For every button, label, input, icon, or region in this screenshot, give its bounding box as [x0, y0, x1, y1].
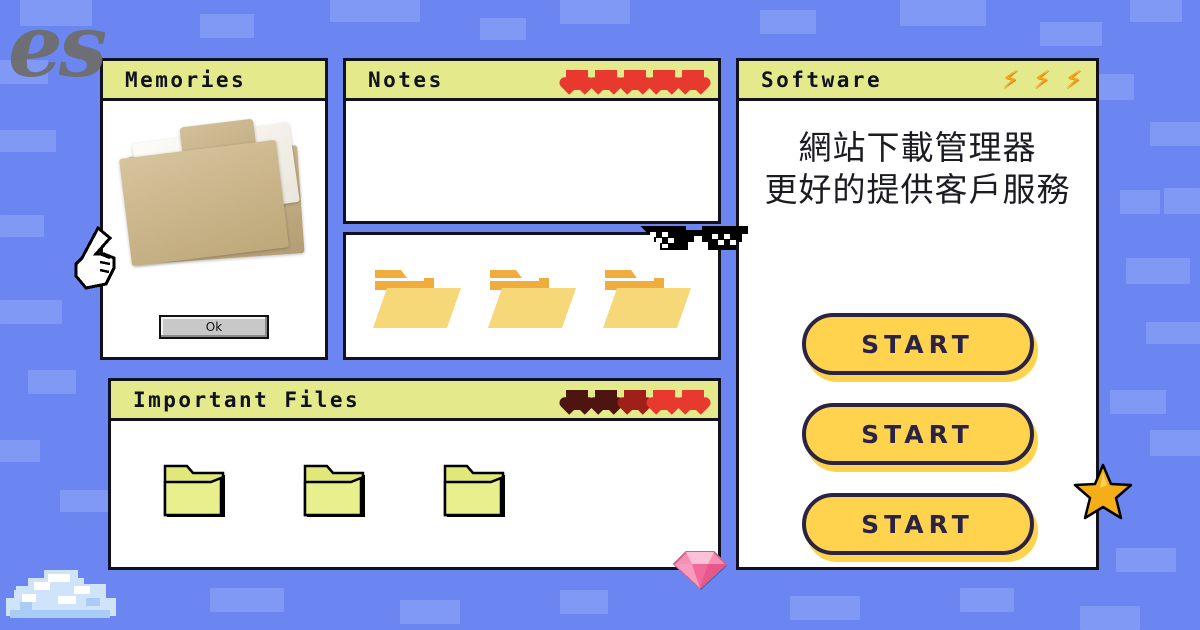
bg-brick	[0, 215, 44, 237]
heart-icon	[682, 389, 704, 410]
window-important-files-titlebar: Important Files	[111, 381, 718, 421]
bg-brick	[1110, 390, 1166, 414]
bg-brick	[1150, 430, 1200, 456]
bg-brick	[1126, 258, 1190, 284]
window-important-files-body	[111, 421, 718, 567]
window-memories-titlebar: Memories	[103, 61, 325, 101]
lightning-bolt-icon: ⚡	[1032, 65, 1051, 94]
bg-brick	[1130, 0, 1182, 22]
pixel-cloud-icon	[0, 556, 122, 630]
software-headline: 網站下載管理器 更好的提供客戶服務	[739, 127, 1096, 211]
start-button[interactable]: START	[801, 313, 1034, 375]
start-button[interactable]: START	[801, 403, 1034, 465]
window-software-title: Software	[761, 67, 883, 92]
heart-icon	[682, 69, 704, 90]
folder-pixel-icon[interactable]	[297, 462, 377, 526]
lightning-bolt-icon: ⚡	[1001, 65, 1019, 94]
es-watermark-logo: es	[8, 0, 107, 97]
window-software: Software ⚡ ⚡ ⚡ 網站下載管理器 更好的提供客戶服務 START S…	[736, 58, 1099, 570]
window-notes: Notes	[343, 58, 721, 224]
heart-icon	[653, 69, 675, 90]
folder-open-icon[interactable]	[601, 258, 693, 334]
heart-icon	[624, 69, 646, 90]
lightning-bolt-icon: ⚡	[1064, 65, 1082, 94]
heart-icon	[624, 389, 646, 410]
bg-brick	[1116, 548, 1176, 572]
bg-brick	[790, 596, 860, 620]
bg-brick	[480, 18, 526, 40]
folder-open-icon[interactable]	[486, 258, 578, 334]
bg-brick	[60, 490, 112, 512]
window-important-files: Important Files	[108, 378, 721, 570]
poster-canvas: es Memories Ok Notes Important Files Sof…	[0, 0, 1200, 630]
heart-icon	[566, 69, 588, 90]
window-important-files-title: Important Files	[133, 387, 361, 412]
software-headline-line1: 網站下載管理器	[798, 128, 1037, 167]
pointing-hand-cursor-icon	[70, 224, 122, 294]
window-software-body: 網站下載管理器 更好的提供客戶服務 START START START	[739, 101, 1096, 567]
bg-brick	[560, 0, 630, 24]
bg-brick	[0, 300, 62, 324]
bg-brick	[28, 370, 76, 394]
manila-folders-photo	[119, 115, 311, 280]
bg-brick	[400, 600, 460, 624]
heart-icon	[595, 69, 617, 90]
window-software-titlebar: Software ⚡ ⚡ ⚡	[739, 61, 1096, 101]
bg-brick	[200, 14, 254, 38]
software-bolts-row: ⚡ ⚡ ⚡	[1001, 67, 1082, 92]
window-notes-title: Notes	[368, 67, 444, 92]
heart-icon	[566, 389, 588, 410]
bg-brick	[900, 0, 986, 26]
pixel-sunglasses-icon	[640, 222, 748, 260]
window-notes-body[interactable]	[346, 101, 718, 221]
bg-brick	[210, 588, 284, 612]
bg-brick	[1146, 322, 1200, 344]
bg-brick	[1040, 22, 1102, 46]
window-memories: Memories Ok	[100, 58, 328, 360]
software-headline-line2: 更好的提供客戶服務	[764, 170, 1071, 210]
notes-hearts-row	[566, 69, 704, 90]
bg-brick	[330, 0, 420, 22]
bg-brick	[560, 590, 608, 614]
folder-pixel-icon[interactable]	[437, 462, 517, 526]
bg-brick	[1164, 188, 1200, 214]
important-files-hearts-row	[566, 389, 704, 410]
heart-icon	[653, 389, 675, 410]
start-button-group: START START START	[739, 313, 1096, 555]
window-notes-titlebar: Notes	[346, 61, 718, 101]
bg-brick	[0, 130, 56, 152]
heart-icon	[595, 389, 617, 410]
ok-button[interactable]: Ok	[159, 315, 269, 339]
gold-star-icon	[1072, 462, 1134, 522]
window-memories-body: Ok	[103, 101, 325, 357]
pink-diamond-icon	[672, 544, 728, 592]
window-memories-title: Memories	[125, 67, 247, 92]
bg-brick	[1120, 190, 1160, 214]
manila-folder-front	[119, 139, 289, 267]
folder-open-icon[interactable]	[371, 258, 463, 334]
folder-pixel-icon[interactable]	[157, 462, 237, 526]
pixel-folder-row	[111, 421, 718, 567]
bg-brick	[0, 440, 40, 462]
start-button[interactable]: START	[801, 493, 1034, 555]
bg-brick	[960, 588, 1014, 612]
bg-brick	[760, 10, 816, 34]
bg-brick	[1080, 606, 1140, 630]
bg-brick	[1150, 122, 1200, 146]
